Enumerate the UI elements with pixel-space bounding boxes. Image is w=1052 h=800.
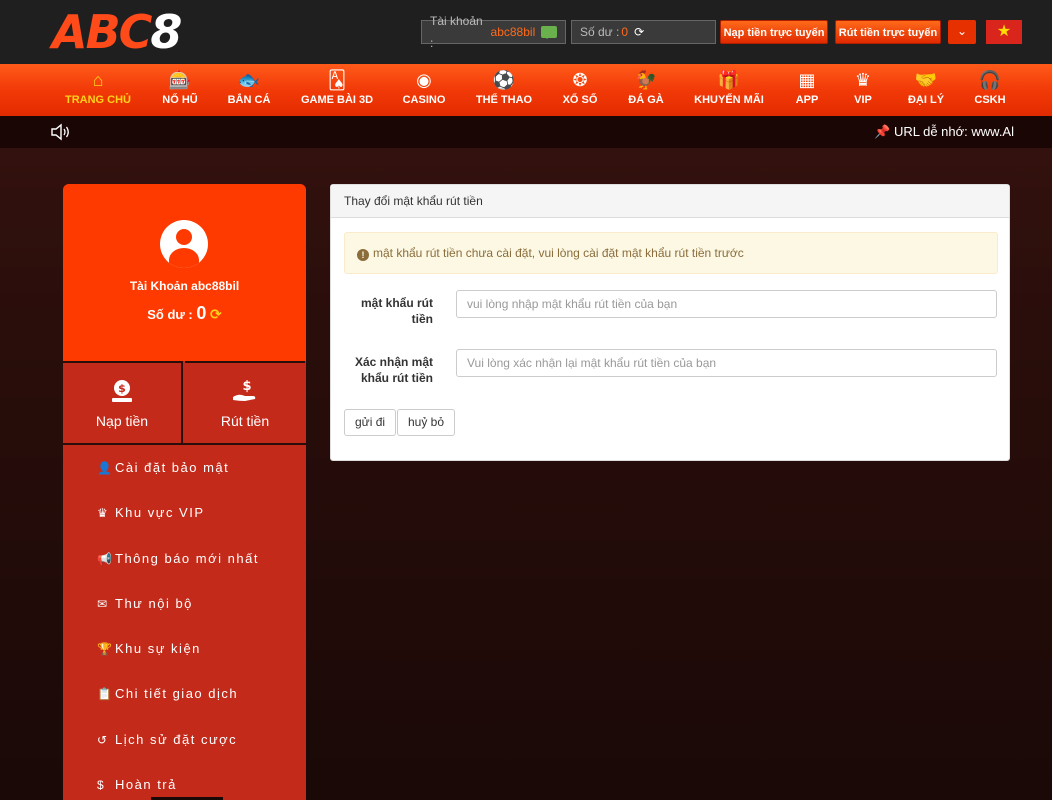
change-withdraw-password-panel: Thay đổi mật khẩu rút tiền ! mật khẩu rút…	[330, 184, 1010, 461]
vietnam-flag-icon[interactable]: ★	[986, 20, 1022, 44]
confirm-password-label: Xác nhận mật khẩu rút tiền	[341, 354, 433, 386]
message-icon[interactable]	[541, 26, 557, 39]
sidebar-balance-value: 0	[196, 303, 207, 323]
headset-icon: 🎧	[978, 70, 1002, 90]
site-logo[interactable]: ABC8	[52, 5, 182, 59]
withdraw-online-button[interactable]: Rút tiền trực tuyến	[835, 20, 941, 44]
account-value: abc88bil	[490, 25, 536, 39]
balance-value: 0	[621, 25, 629, 39]
sidebar-item-megaphone[interactable]: 📢 Thông báo mới nhất	[63, 536, 306, 581]
cards-icon: 🂡	[327, 70, 347, 90]
url-text: URL dễ nhớ: www.Al	[893, 124, 1014, 139]
nav-item-headset[interactable]: 🎧 CSKH	[940, 64, 1040, 116]
announcement-bar: 📌 URL dễ nhớ: www.Al	[0, 116, 1052, 148]
money-bag-icon: $	[63, 377, 181, 407]
password-label-line1: mật khẩu rút	[360, 296, 433, 310]
password-label-line2: tiền	[411, 312, 433, 326]
url-announcement: 📌 URL dễ nhớ: www.Al	[874, 124, 1014, 140]
main-nav: ⌂ TRANG CHỦ 🎰 NỔ HŨ 🐟 BẮN CÁ 🂡 GAME BÀI 3D ◉ CASI…	[0, 64, 1052, 116]
nav-label: GAME BÀI 3D	[300, 94, 374, 106]
sidebar-item-trophy[interactable]: 🏆 Khu sự kiện	[63, 626, 306, 671]
cancel-button[interactable]: huỷ bỏ	[397, 409, 456, 436]
sidebar-item-label: Lịch sử đặt cược	[115, 731, 238, 747]
action-row: $ Nạp tiền $ Rút tiền	[63, 361, 306, 443]
alert-text: mật khẩu rút tiền chưa cài đặt, vui lòng…	[373, 246, 744, 260]
nav-label: BẮN CÁ	[227, 94, 271, 106]
withdraw-button[interactable]: $ Rút tiền	[185, 361, 305, 443]
refresh-icon[interactable]: ⟳	[634, 21, 644, 43]
account-sidebar: Tài Khoản abc88bil Số dư : 0 ⟳ $ Nạp tiề…	[63, 184, 306, 800]
refresh-icon[interactable]: ⟳	[210, 306, 222, 322]
sidebar-item-vip-crown[interactable]: ♛ Khu vực VIP	[63, 490, 306, 535]
vip-crown-icon: ♛	[97, 506, 110, 521]
password-label: mật khẩu rút tiền	[341, 295, 433, 327]
pin-icon: 📌	[874, 124, 891, 139]
balance-label: Số dư :	[580, 25, 620, 39]
sidebar-item-label: Cài đặt bảo mật	[115, 460, 230, 475]
chevron-down-icon[interactable]: ⌄	[948, 20, 976, 44]
avatar	[160, 220, 208, 268]
sidebar-item-user-lock[interactable]: 👤 Cài đặt bảo mật	[63, 445, 306, 490]
megaphone-icon: 📢	[97, 551, 114, 566]
speaker-icon[interactable]	[50, 123, 72, 141]
balance-box: Số dư : 0 ⟳	[571, 20, 716, 44]
submit-button[interactable]: gửi đi	[344, 409, 397, 436]
clipboard-icon: 📋	[97, 687, 114, 702]
profile-card: Tài Khoản abc88bil Số dư : 0 ⟳	[63, 184, 306, 361]
sidebar-item-label: Khu sự kiện	[115, 641, 201, 657]
logo-abc: ABC	[52, 5, 152, 59]
sidebar-item-envelope[interactable]: ✉ Thư nội bộ	[63, 581, 306, 626]
trophy-icon: 🏆	[97, 642, 114, 657]
account-box: Tài khoản : abc88bil	[421, 14, 566, 50]
sidebar-item-dollar-circle[interactable]: $ Hoàn trả	[63, 762, 306, 800]
deposit-button[interactable]: $ Nạp tiền	[63, 361, 183, 443]
sidebar-item-label: Hoàn trả	[115, 777, 177, 793]
confirm-label-line1: Xác nhận mật	[354, 355, 433, 369]
nav-item-cards[interactable]: 🂡 GAME BÀI 3D	[287, 64, 387, 116]
exclamation-icon: !	[357, 249, 369, 261]
warning-alert: ! mật khẩu rút tiền chưa cài đặt, vui lòn…	[344, 232, 998, 274]
confirm-label-line2: khẩu rút tiền	[360, 371, 433, 385]
deposit-online-button[interactable]: Nạp tiền trực tuyến	[720, 20, 828, 44]
sidebar-account-name: Tài Khoản abc88bil	[129, 279, 240, 293]
svg-text:$: $	[242, 379, 251, 394]
nav-label: CSKH	[974, 94, 1006, 106]
sidebar-item-label: Chi tiết giao dịch	[115, 686, 239, 702]
confirm-password-input[interactable]	[456, 349, 997, 377]
history-icon: ↺	[97, 732, 109, 747]
sidebar-balance: Số dư : 0 ⟳	[63, 303, 306, 324]
fish-icon: 🐟	[237, 70, 261, 90]
withdraw-password-input[interactable]	[456, 290, 997, 318]
sidebar-item-clipboard[interactable]: 📋 Chi tiết giao dịch	[63, 671, 306, 716]
nav-item-fish[interactable]: 🐟 BẮN CÁ	[199, 64, 299, 116]
deposit-label: Nạp tiền	[95, 413, 149, 429]
sidebar-item-label: Thông báo mới nhất	[115, 550, 259, 566]
envelope-icon: ✉	[97, 596, 109, 611]
sidebar-item-label: Thư nội bộ	[115, 595, 193, 611]
withdraw-label: Rút tiền	[220, 413, 270, 429]
sidebar-menu: 👤 Cài đặt bảo mật ♛ Khu vực VIP 📢 Thông báo m…	[63, 443, 306, 800]
account-label: Tài khoản :	[430, 14, 483, 50]
logo-eight: 8	[150, 5, 182, 59]
dollar-circle-icon: $	[97, 778, 106, 793]
top-header: ABC8 Tài khoản : abc88bil Số dư : 0 ⟳ Nạ…	[0, 0, 1052, 64]
sidebar-balance-label: Số dư :	[147, 307, 193, 322]
hand-coin-icon: $	[185, 377, 305, 407]
sidebar-item-history[interactable]: ↺ Lịch sử đặt cược	[63, 717, 306, 762]
panel-title: Thay đổi mật khẩu rút tiền	[331, 185, 1009, 218]
sidebar-item-label: Khu vực VIP	[115, 505, 205, 521]
svg-text:$: $	[118, 382, 126, 395]
user-lock-icon: 👤	[97, 461, 114, 475]
